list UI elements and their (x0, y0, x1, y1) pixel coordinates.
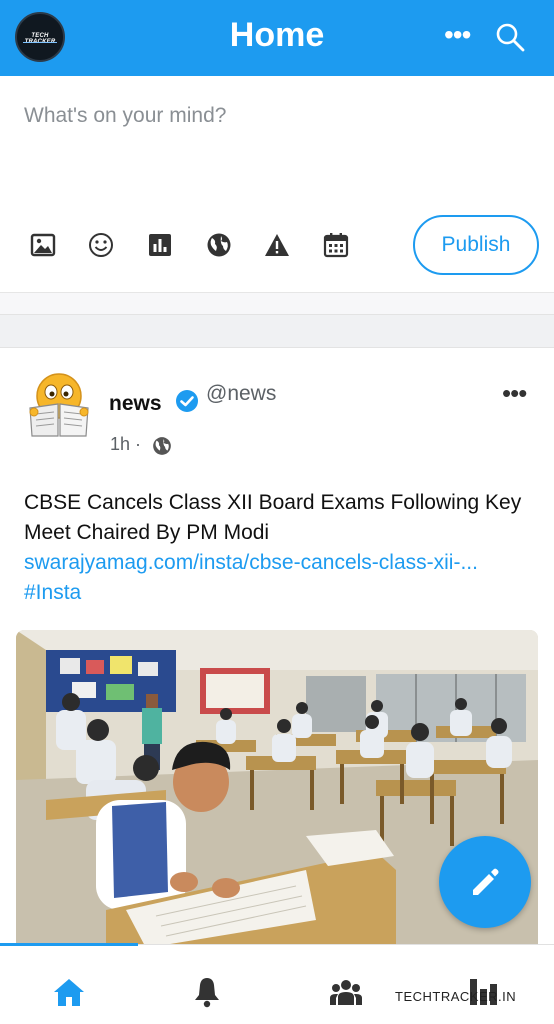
post-timestamp: 1h · (110, 434, 142, 454)
author-avatar[interactable] (24, 370, 94, 440)
bottom-navigation: TECHTRACKER.IN (0, 943, 554, 1024)
public-visibility-icon (153, 437, 171, 455)
poll-icon[interactable] (147, 232, 173, 258)
more-options-icon[interactable]: ••• (444, 20, 471, 50)
page-title: Home (229, 16, 325, 54)
emoji-icon[interactable] (88, 232, 114, 258)
pencil-icon (473, 868, 499, 895)
warning-icon[interactable] (264, 232, 290, 258)
author-handle[interactable]: @news (206, 382, 276, 406)
groups-icon[interactable] (329, 975, 363, 1009)
post-link[interactable]: swarajyamag.com/insta/cbse-cancels-class… (24, 548, 534, 578)
search-icon[interactable] (495, 22, 525, 52)
author-name[interactable]: news (109, 392, 162, 416)
post-text: CBSE Cancels Class XII Board Exams Follo… (24, 491, 522, 544)
verified-badge-icon (176, 390, 198, 412)
top-app-bar: TECH TRACKER Home ••• (0, 0, 554, 76)
post-hashtag[interactable]: #Insta (24, 578, 81, 608)
image-icon[interactable] (30, 232, 56, 258)
post-more-icon[interactable]: ••• (502, 378, 527, 409)
watermark-text: TECHTRACKER.IN (395, 989, 517, 1004)
publish-button[interactable]: Publish (413, 215, 539, 275)
bell-icon[interactable] (190, 975, 224, 1009)
globe-icon[interactable] (206, 232, 232, 258)
home-icon[interactable] (52, 975, 86, 1009)
compose-input[interactable]: What's on your mind? (24, 104, 226, 128)
compose-fab[interactable] (439, 836, 531, 928)
active-tab-indicator (0, 943, 138, 946)
section-divider (0, 314, 554, 348)
calendar-icon[interactable] (323, 232, 349, 258)
section-divider (0, 292, 554, 314)
post-composer: What's on your mind? Publish (0, 76, 554, 294)
